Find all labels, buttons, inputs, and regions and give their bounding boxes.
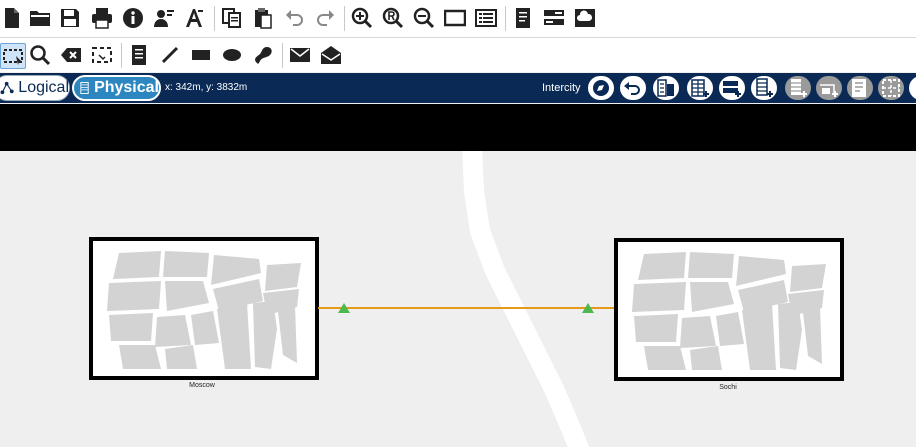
save-icon[interactable] <box>58 6 82 30</box>
compass-icon[interactable] <box>587 75 615 101</box>
delete-icon[interactable] <box>59 43 83 67</box>
site-link-line[interactable] <box>318 307 614 309</box>
mail-open-icon[interactable] <box>319 43 343 67</box>
network-nodes-icon <box>0 81 14 95</box>
city-map-icon <box>632 252 826 370</box>
rectangle-icon[interactable] <box>189 43 213 67</box>
fit-page-icon[interactable] <box>443 6 467 30</box>
cloud-drive-icon[interactable] <box>573 6 597 30</box>
physical-view-button[interactable]: Physical <box>72 75 161 101</box>
paste-icon[interactable] <box>251 6 275 30</box>
rack-icon[interactable] <box>542 6 566 30</box>
add-panel-icon[interactable] <box>784 75 812 101</box>
more-arrow-icon[interactable] <box>908 75 916 101</box>
redo-icon[interactable] <box>313 6 337 30</box>
properties-icon[interactable] <box>474 6 498 30</box>
user-edit-icon[interactable] <box>152 6 176 30</box>
search-icon[interactable] <box>28 43 52 67</box>
city-map-icon <box>107 251 301 369</box>
ellipse-icon[interactable] <box>220 43 244 67</box>
drawing-toolbar <box>0 38 916 72</box>
device-list-icon[interactable] <box>652 75 680 101</box>
physical-view-label: Physical <box>94 79 159 96</box>
select-icon[interactable] <box>0 43 26 69</box>
link-endpoint-marker[interactable] <box>582 303 594 313</box>
current-view-name: Intercity <box>542 82 581 94</box>
add-link-icon[interactable] <box>815 75 843 101</box>
undo-icon[interactable] <box>283 6 307 30</box>
zoom-reset-icon[interactable] <box>381 6 405 30</box>
report-icon[interactable] <box>846 75 874 101</box>
add-rack-row-icon[interactable] <box>718 75 746 101</box>
main-toolbar <box>0 0 916 38</box>
site-label-moscow: Moscow <box>189 382 215 389</box>
canvas-dark-band <box>0 104 916 151</box>
add-device-icon[interactable] <box>750 75 778 101</box>
print-icon[interactable] <box>90 6 114 30</box>
grid-toggle-icon[interactable] <box>877 75 905 101</box>
site-label-sochi: Sochi <box>719 384 737 391</box>
view-navbar: Logical Physical x: 342m, y: 3832m Inter… <box>0 73 916 103</box>
site-sochi[interactable] <box>614 238 844 381</box>
add-table-icon[interactable] <box>686 75 714 101</box>
separator <box>505 6 506 31</box>
separator <box>214 6 215 31</box>
copy-icon[interactable] <box>220 6 244 30</box>
logical-view-label: Logical <box>18 79 69 96</box>
separator <box>282 43 283 68</box>
cursor-coordinates: x: 342m, y: 3832m <box>165 82 248 93</box>
line-icon[interactable] <box>158 43 182 67</box>
site-moscow[interactable] <box>89 237 319 380</box>
zoom-out-icon[interactable] <box>412 6 436 30</box>
freeform-icon[interactable] <box>251 43 275 67</box>
document-icon[interactable] <box>511 6 535 30</box>
note-icon[interactable] <box>127 43 151 67</box>
rack-view-icon <box>80 82 89 94</box>
open-folder-icon[interactable] <box>28 6 52 30</box>
separator <box>344 6 345 31</box>
info-icon[interactable] <box>121 6 145 30</box>
group-select-icon[interactable] <box>90 43 114 67</box>
text-style-icon[interactable] <box>182 6 206 30</box>
separator <box>121 43 122 68</box>
mail-icon[interactable] <box>288 43 312 67</box>
zoom-in-icon[interactable] <box>350 6 374 30</box>
link-endpoint-marker[interactable] <box>338 303 350 313</box>
new-file-icon[interactable] <box>0 6 24 30</box>
logical-view-button[interactable]: Logical <box>0 75 70 101</box>
back-arrow-icon[interactable] <box>619 75 647 101</box>
